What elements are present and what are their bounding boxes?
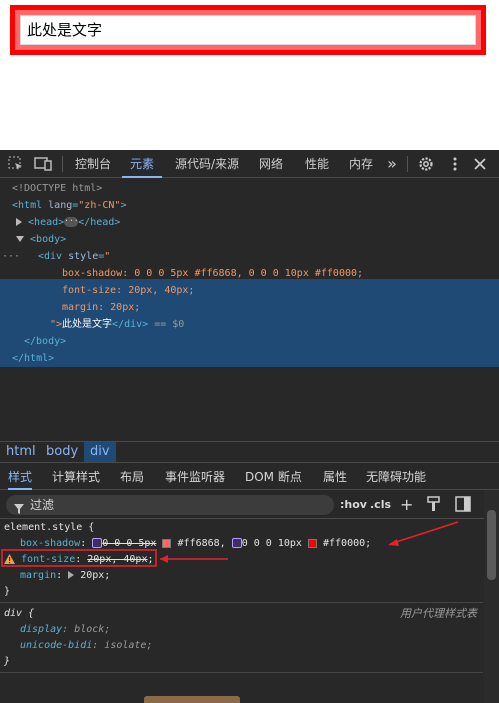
- style-line-3: margin: 20px;: [62, 302, 141, 313]
- subtab-layout[interactable]: 布局: [120, 464, 144, 490]
- html-close: </html>: [12, 353, 55, 364]
- cls-button[interactable]: .cls: [370, 496, 391, 514]
- crumb-div[interactable]: div: [84, 442, 116, 462]
- device-toolbar-icon[interactable]: [34, 155, 52, 173]
- tab-network[interactable]: 网络: [252, 150, 290, 178]
- subtab-dom-breakpoints[interactable]: DOM 断点: [245, 464, 302, 490]
- subtab-properties[interactable]: 属性: [323, 464, 347, 490]
- doctype-line: <!DOCTYPE html>: [12, 183, 103, 194]
- tab-sources[interactable]: 源代码/来源: [168, 150, 246, 178]
- kebab-menu-icon[interactable]: [446, 155, 464, 173]
- toggle-sidebar-icon[interactable]: [455, 496, 473, 514]
- div-node[interactable]: <div style=": [38, 248, 499, 265]
- element-style-selector[interactable]: element.style {: [4, 520, 487, 536]
- style-line-1: box-shadow: 0 0 0 5px #ff6868, 0 0 0 10p…: [62, 268, 364, 279]
- shadow-editor-icon[interactable]: [92, 538, 103, 548]
- unicode-bidi-declaration: unicode-bidi: isolate;: [20, 640, 153, 651]
- margin-declaration[interactable]: margin: 20px;: [20, 568, 499, 584]
- new-style-rule-button[interactable]: +: [400, 496, 413, 514]
- expand-arrow-icon[interactable]: [68, 571, 75, 579]
- subtab-computed[interactable]: 计算样式: [52, 464, 100, 490]
- subtab-styles[interactable]: 样式: [8, 464, 33, 490]
- breadcrumb: html body div: [0, 441, 499, 463]
- element-style-close: }: [4, 586, 11, 597]
- more-tabs-icon[interactable]: »: [382, 150, 402, 178]
- shadow-editor-icon[interactable]: [231, 538, 242, 548]
- html-node[interactable]: <html lang="zh-CN">: [12, 197, 499, 214]
- warning-icon: [4, 554, 15, 565]
- color-swatch-icon[interactable]: [307, 538, 317, 548]
- filter-input[interactable]: 过滤: [6, 495, 334, 515]
- filter-bar: 过滤 :hov .cls +: [0, 491, 499, 519]
- subtab-event-listeners[interactable]: 事件监听器: [165, 464, 225, 490]
- scroll-thumb[interactable]: [487, 510, 496, 580]
- styles-scrollbar[interactable]: [484, 490, 499, 703]
- inspect-element-icon[interactable]: [7, 155, 25, 173]
- collapsed-ellipsis-icon[interactable]: ···: [64, 217, 79, 227]
- filter-funnel-icon: [14, 500, 24, 520]
- dom-tree: <!DOCTYPE html> <html lang="zh-CN"> <hea…: [0, 179, 499, 440]
- settings-gear-icon[interactable]: [417, 155, 435, 173]
- crumb-html[interactable]: html: [0, 442, 42, 462]
- tab-memory[interactable]: 内存: [342, 150, 380, 178]
- close-icon[interactable]: [471, 155, 489, 173]
- demo-text-box: 此处是文字: [20, 15, 476, 45]
- hov-button[interactable]: :hov: [340, 496, 367, 514]
- devtools-toolbar: 控制台 元素 源代码/来源 网络 性能 内存 »: [0, 150, 499, 178]
- styles-subtabs: 样式 计算样式 布局 事件监听器 DOM 断点 属性 无障碍功能: [0, 464, 499, 490]
- display-declaration: display: block;: [20, 624, 111, 635]
- head-node[interactable]: <head>···</head>: [16, 214, 499, 231]
- tab-elements[interactable]: 元素: [122, 150, 162, 178]
- color-swatch-icon[interactable]: [162, 538, 172, 548]
- paint-bucket-icon[interactable]: [426, 496, 444, 514]
- devtools-panel: 控制台 元素 源代码/来源 网络 性能 内存 » <!DOCTYPE html>…: [0, 150, 499, 703]
- tab-performance[interactable]: 性能: [298, 150, 336, 178]
- box-shadow-declaration[interactable]: box-shadow: 0 0 0 5px #ff6868, 0 0 0 10p…: [20, 536, 499, 552]
- collapse-arrow-icon[interactable]: [16, 236, 24, 242]
- tab-console[interactable]: 控制台: [70, 150, 116, 178]
- div-ua-close: }: [4, 656, 11, 667]
- page-preview: 此处是文字: [0, 0, 499, 150]
- user-agent-stylesheet-label: 用户代理样式表: [400, 607, 477, 620]
- expand-arrow-icon[interactable]: [16, 218, 22, 226]
- body-node[interactable]: <body>: [16, 231, 499, 248]
- div-content-line[interactable]: ">此处是文字</div> == $0: [50, 316, 499, 333]
- filter-placeholder: 过滤: [30, 498, 55, 512]
- font-size-declaration[interactable]: font-size: 20px, 40px;: [4, 552, 487, 568]
- body-close: </body>: [24, 336, 67, 347]
- style-line-2: font-size: 20px, 40px;: [62, 285, 195, 296]
- styles-pane: element.style { box-shadow: 0 0 0 5px #f…: [0, 520, 483, 703]
- subtab-accessibility[interactable]: 无障碍功能: [366, 464, 426, 490]
- crumb-body[interactable]: body: [40, 442, 84, 462]
- bottom-drawer-handle[interactable]: [144, 696, 240, 703]
